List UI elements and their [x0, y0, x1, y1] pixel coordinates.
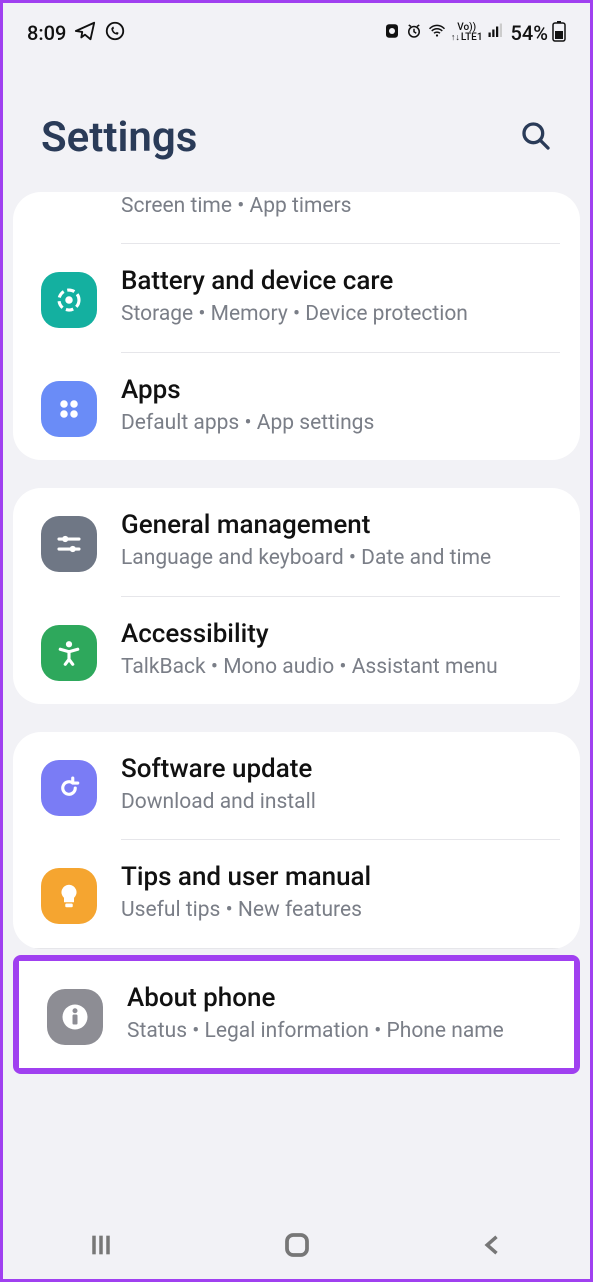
apps-icon: [41, 381, 97, 437]
settings-group: General management Language and keyboard…: [13, 488, 580, 704]
nav-bar: [3, 1215, 590, 1279]
about-phone-icon: [47, 989, 103, 1045]
item-subtitle: Language and keyboard • Date and time: [121, 544, 560, 573]
wifi-icon: [427, 22, 447, 44]
settings-item-general-management[interactable]: General management Language and keyboard…: [13, 488, 580, 595]
item-title: Battery and device care: [121, 266, 560, 296]
settings-item-apps[interactable]: Apps Default apps • App settings: [13, 353, 580, 460]
item-title: General management: [121, 510, 560, 540]
back-button[interactable]: [479, 1231, 507, 1263]
software-update-icon: [41, 760, 97, 816]
item-subtitle: TalkBack • Mono audio • Assistant menu: [121, 653, 560, 682]
settings-item-accessibility[interactable]: Accessibility TalkBack • Mono audio • As…: [13, 597, 580, 704]
item-title: Software update: [121, 754, 560, 784]
item-title: Apps: [121, 375, 560, 405]
settings-item-software-update[interactable]: Software update Download and install: [13, 732, 580, 839]
item-subtitle: Status • Legal information • Phone name: [127, 1017, 554, 1046]
item-title: Tips and user manual: [121, 862, 560, 892]
battery-pct: 54%: [511, 21, 548, 45]
accessibility-icon: [41, 625, 97, 681]
signal-icon: [487, 22, 505, 44]
about-phone-highlight: About phone Status • Legal information •…: [13, 955, 580, 1074]
item-title: Accessibility: [121, 619, 560, 649]
item-subtitle: Default apps • App settings: [121, 409, 560, 438]
item-subtitle: Storage • Memory • Device protection: [121, 300, 560, 329]
settings-item-about-phone[interactable]: About phone Status • Legal information •…: [19, 961, 574, 1068]
page-title: Settings: [41, 113, 197, 162]
item-subtitle: Download and install: [121, 788, 560, 817]
search-icon[interactable]: [520, 120, 552, 156]
item-subtitle: Useful tips • New features: [121, 896, 560, 925]
tips-icon: [41, 868, 97, 924]
notification-icon: [383, 22, 401, 44]
status-time: 8:09: [27, 21, 66, 45]
item-subtitle: Screen time • App timers: [121, 192, 560, 221]
status-right: Vo)) ↑↓LTE1 54%: [383, 20, 566, 46]
settings-item-digital-wellbeing[interactable]: Screen time • App timers: [13, 192, 580, 243]
settings-group: Software update Download and install Tip…: [13, 732, 580, 949]
alarm-icon: [405, 22, 423, 44]
settings-item-battery-device-care[interactable]: Battery and device care Storage • Memory…: [13, 244, 580, 351]
home-button[interactable]: [282, 1230, 312, 1264]
whatsapp-icon: [104, 20, 126, 47]
device-care-icon: [41, 272, 97, 328]
settings-group-highlighted: About phone Status • Legal information •…: [19, 961, 574, 1068]
settings-header: Settings: [3, 63, 590, 192]
settings-group: Screen time • App timers Battery and dev…: [13, 192, 580, 460]
status-left: 8:09: [27, 20, 126, 47]
status-bar: 8:09 Vo)) ↑↓LTE1 54%: [3, 3, 590, 63]
volte-indicator: Vo)) ↑↓LTE1: [451, 23, 483, 43]
recents-button[interactable]: [87, 1231, 115, 1263]
item-title: About phone: [127, 983, 554, 1013]
general-management-icon: [41, 516, 97, 572]
settings-item-tips-manual[interactable]: Tips and user manual Useful tips • New f…: [13, 840, 580, 947]
battery-icon: [552, 20, 566, 46]
telegram-icon: [74, 20, 96, 47]
divider: [33, 948, 560, 949]
